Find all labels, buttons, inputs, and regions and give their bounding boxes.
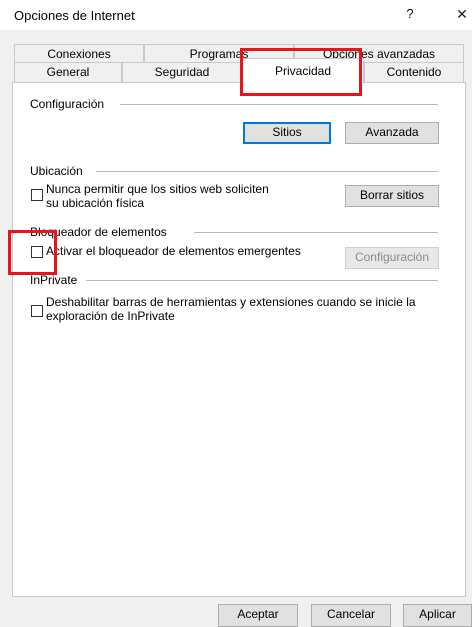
location-group-label: Ubicación	[30, 164, 87, 178]
config-group-label: Configuración	[30, 97, 109, 111]
popup-divider	[194, 232, 438, 233]
help-button[interactable]: ?	[400, 6, 420, 24]
popup-blocker-label: Activar el bloqueador de elementos emerg…	[46, 244, 301, 258]
tab-general[interactable]: General	[14, 62, 122, 83]
inprivate-group-label: InPrivate	[30, 273, 82, 287]
inprivate-divider	[86, 280, 438, 281]
inprivate-label-line1: Deshabilitar barras de herramientas y ex…	[46, 295, 416, 309]
highlight-privacy-tab	[240, 48, 362, 96]
ok-button[interactable]: Aceptar	[218, 604, 298, 627]
cancel-button[interactable]: Cancelar	[311, 604, 391, 627]
location-checkbox[interactable]	[31, 189, 43, 201]
popup-settings-button[interactable]: Configuración	[345, 247, 439, 269]
clear-sites-button[interactable]: Borrar sitios	[345, 185, 439, 207]
inprivate-label-line2: exploración de InPrivate	[46, 309, 175, 323]
location-divider	[96, 171, 438, 172]
privacy-panel	[12, 82, 466, 597]
inprivate-checkbox[interactable]	[31, 305, 43, 317]
sites-button[interactable]: Sitios	[243, 122, 331, 144]
tab-seguridad[interactable]: Seguridad	[122, 62, 242, 83]
window-title: Opciones de Internet	[14, 8, 135, 23]
apply-button[interactable]: Aplicar	[403, 604, 472, 627]
tab-conexiones[interactable]: Conexiones	[14, 44, 144, 62]
tab-contenido[interactable]: Contenido	[364, 62, 464, 83]
highlight-popup-checkbox	[8, 230, 57, 275]
location-checkbox-label-line1: Nunca permitir que los sitios web solici…	[46, 182, 269, 196]
location-checkbox-label-line2: su ubicación física	[46, 196, 145, 210]
close-button[interactable]: ✕	[452, 6, 472, 24]
config-divider	[120, 104, 438, 105]
advanced-button[interactable]: Avanzada	[345, 122, 439, 144]
